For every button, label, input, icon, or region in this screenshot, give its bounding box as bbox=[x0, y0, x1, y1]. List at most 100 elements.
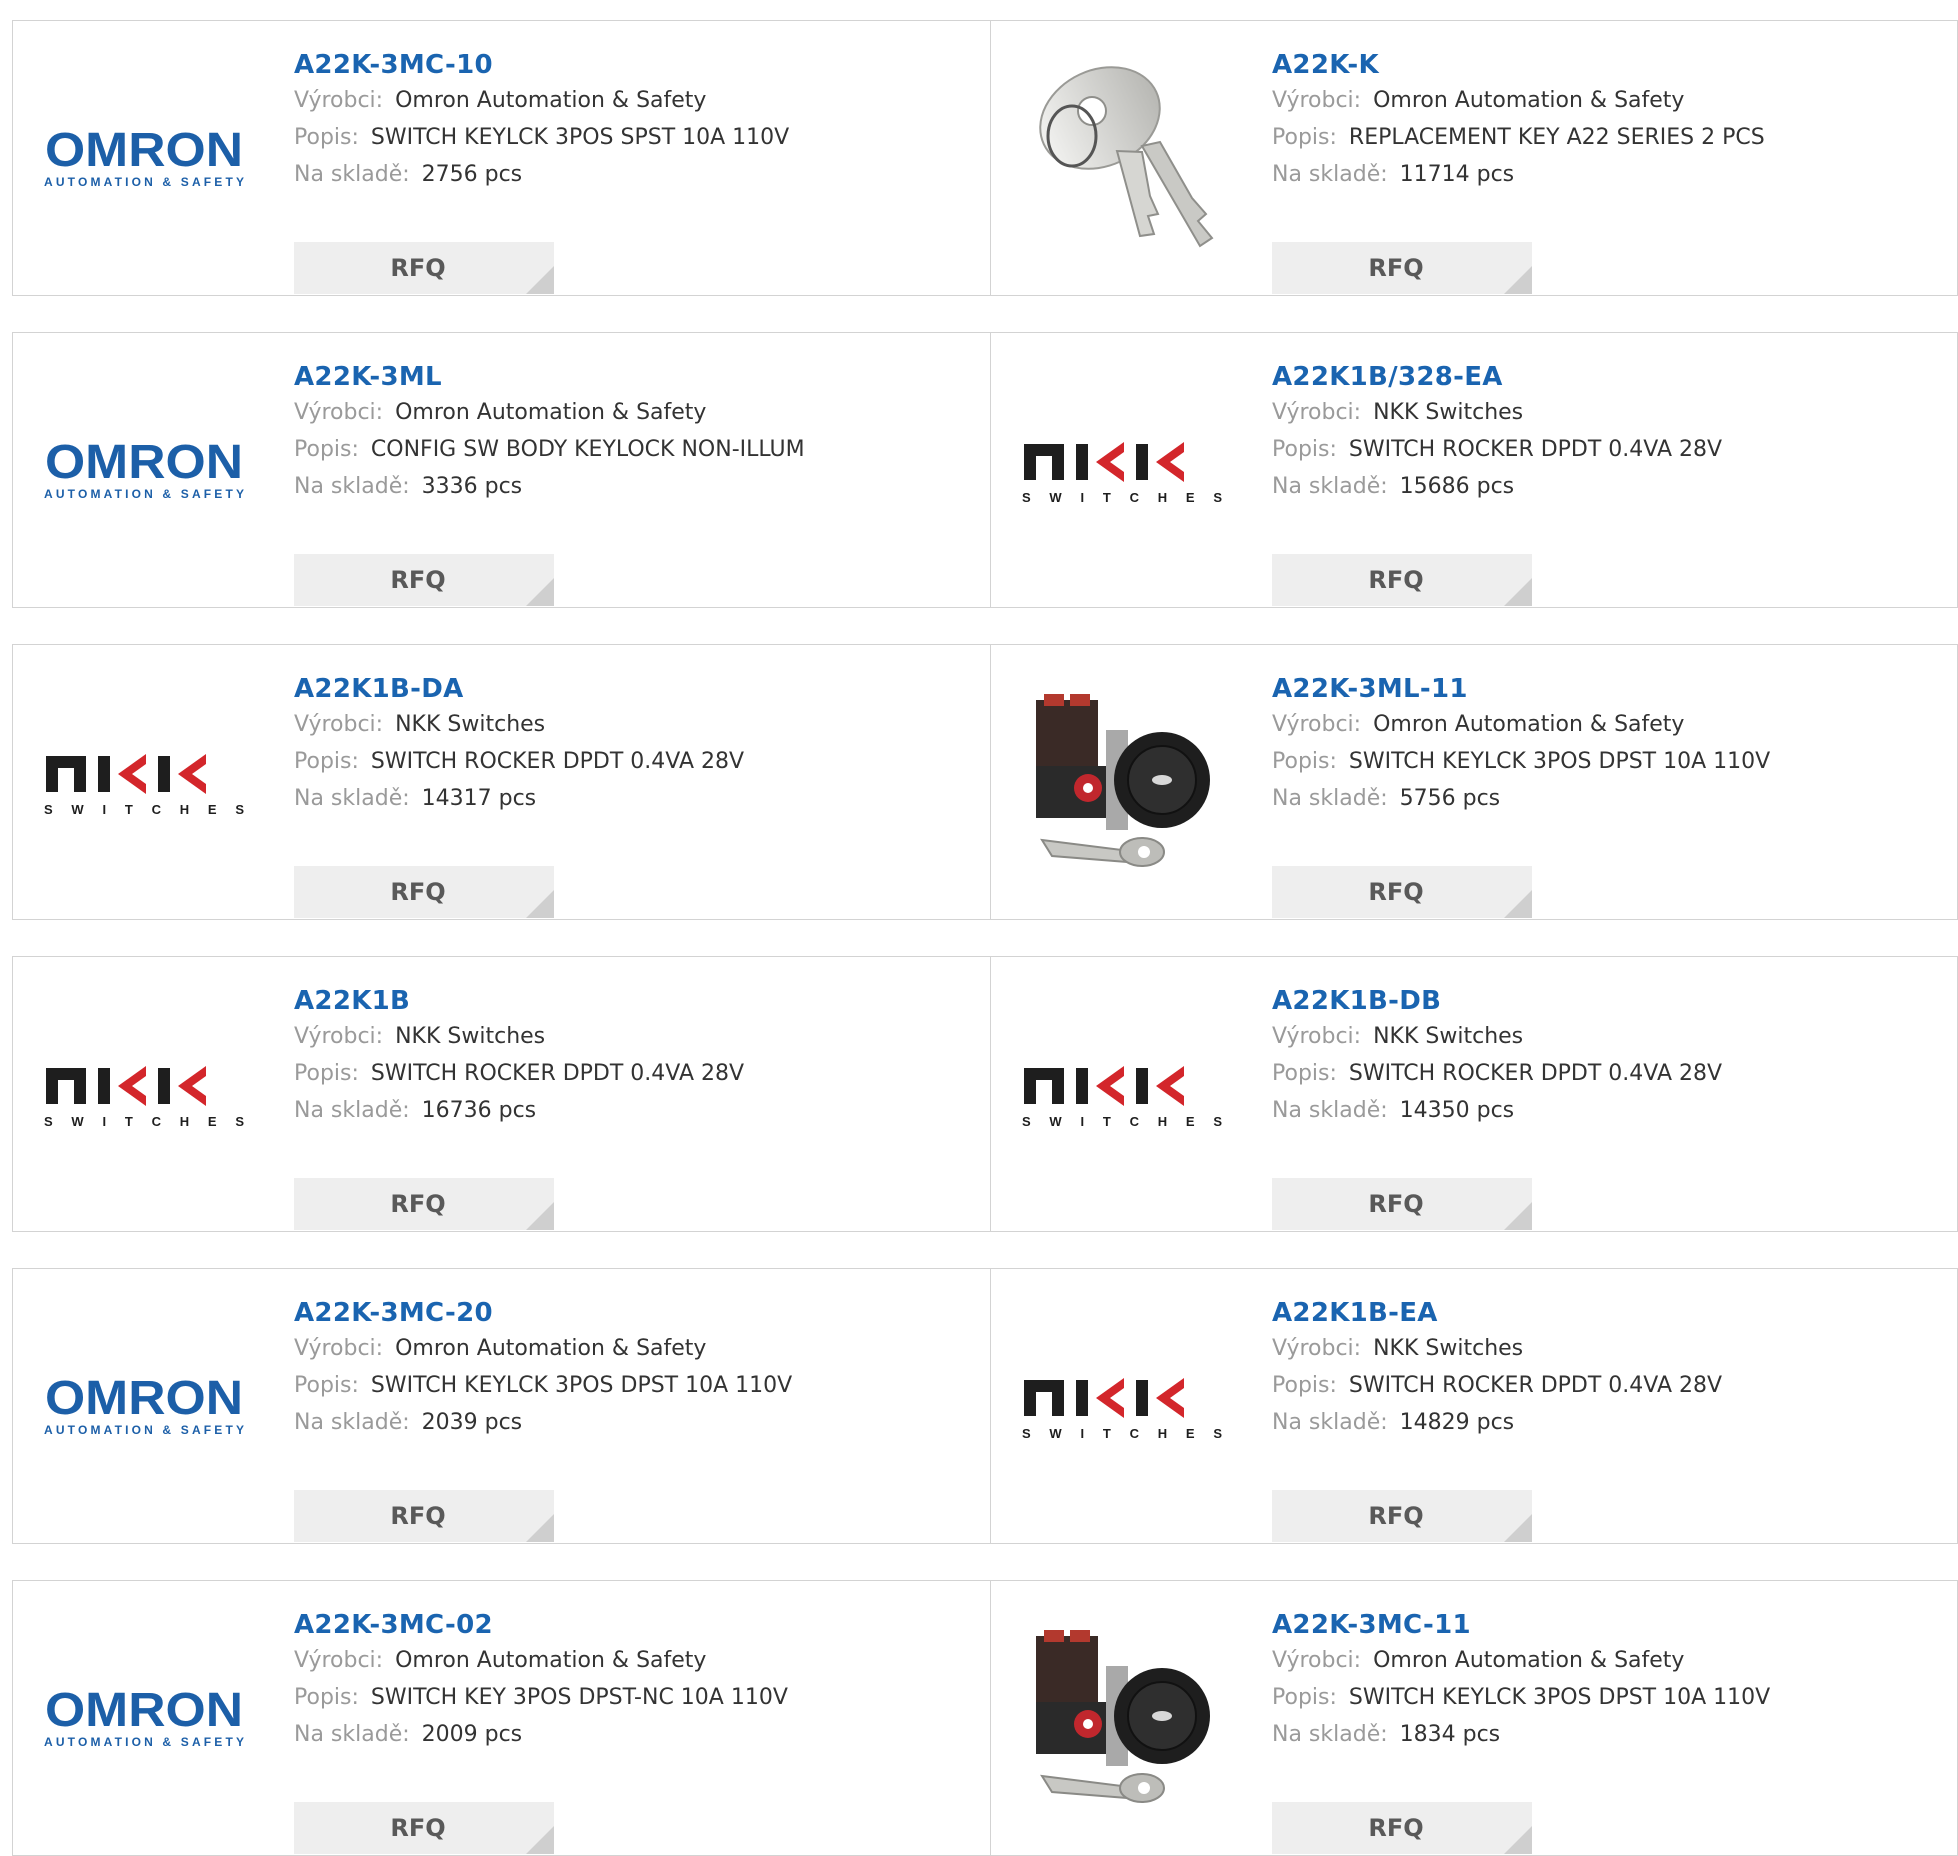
product-image[interactable]: SWITCHES bbox=[33, 987, 255, 1202]
rfq-button[interactable]: RFQ bbox=[294, 1178, 554, 1230]
part-number-link[interactable]: A22K1B bbox=[294, 984, 980, 1018]
rfq-button[interactable]: RFQ bbox=[1272, 866, 1532, 918]
stock-line: Na skladě: 14350 pcs bbox=[1272, 1092, 1947, 1129]
product-card: SWITCHES A22K1B Výrobci: NKK Switches Pop… bbox=[13, 957, 991, 1231]
description-value: SWITCH ROCKER DPDT 0.4VA 28V bbox=[1348, 1373, 1723, 1398]
manufacturer-label: Výrobci: bbox=[1272, 1024, 1362, 1049]
description-line: Popis: SWITCH KEYLCK 3POS SPST 10A 110V bbox=[294, 119, 980, 156]
stock-value: 14829 pcs bbox=[1399, 1410, 1515, 1435]
stock-line: Na skladě: 2039 pcs bbox=[294, 1404, 980, 1441]
description-line: Popis: SWITCH KEYLCK 3POS DPST 10A 110V bbox=[1272, 743, 1947, 780]
svg-text:AUTOMATION & SAFETY: AUTOMATION & SAFETY bbox=[44, 175, 244, 189]
part-number-link[interactable]: A22K-K bbox=[1272, 48, 1947, 82]
description-value: REPLACEMENT KEY A22 SERIES 2 PCS bbox=[1348, 125, 1765, 150]
rfq-corner-decoration bbox=[526, 1202, 554, 1230]
rfq-button[interactable]: RFQ bbox=[1272, 1178, 1532, 1230]
product-image[interactable] bbox=[1011, 51, 1233, 266]
stock-line: Na skladě: 1834 pcs bbox=[1272, 1716, 1947, 1753]
rfq-button-label: RFQ bbox=[390, 566, 446, 594]
rfq-button[interactable]: RFQ bbox=[1272, 242, 1532, 294]
description-label: Popis: bbox=[1272, 437, 1337, 462]
description-line: Popis: SWITCH KEY 3POS DPST-NC 10A 110V bbox=[294, 1679, 980, 1716]
rfq-button[interactable]: RFQ bbox=[294, 554, 554, 606]
rfq-button[interactable]: RFQ bbox=[294, 866, 554, 918]
product-image[interactable] bbox=[1011, 1611, 1233, 1826]
description-label: Popis: bbox=[1272, 1061, 1337, 1086]
manufacturer-label: Výrobci: bbox=[294, 1024, 384, 1049]
rfq-button[interactable]: RFQ bbox=[294, 1490, 554, 1542]
part-number-link[interactable]: A22K-3MC-20 bbox=[294, 1296, 980, 1330]
product-image[interactable] bbox=[1011, 675, 1233, 890]
product-card: SWITCHES A22K1B-EA Výrobci: NKK Switches … bbox=[991, 1269, 1957, 1543]
description-line: Popis: CONFIG SW BODY KEYLOCK NON-ILLUM bbox=[294, 431, 980, 468]
stock-line: Na skladě: 16736 pcs bbox=[294, 1092, 980, 1129]
svg-text:SWITCHES: SWITCHES bbox=[1022, 490, 1222, 505]
product-image[interactable]: OMRON AUTOMATION & SAFETY bbox=[33, 1611, 255, 1826]
part-number-link[interactable]: A22K-3ML-11 bbox=[1272, 672, 1947, 706]
manufacturer-value: NKK Switches bbox=[1373, 1336, 1524, 1361]
svg-text:AUTOMATION & SAFETY: AUTOMATION & SAFETY bbox=[44, 487, 244, 501]
description-label: Popis: bbox=[1272, 1373, 1337, 1398]
manufacturer-value: Omron Automation & Safety bbox=[1373, 712, 1685, 737]
omron-logo: OMRON AUTOMATION & SAFETY bbox=[44, 1372, 244, 1437]
manufacturer-line: Výrobci: Omron Automation & Safety bbox=[1272, 82, 1947, 119]
product-row: OMRON AUTOMATION & SAFETY A22K-3MC-10 Vý… bbox=[12, 20, 1958, 296]
product-image[interactable]: SWITCHES bbox=[1011, 987, 1233, 1202]
description-line: Popis: SWITCH ROCKER DPDT 0.4VA 28V bbox=[1272, 1055, 1947, 1092]
description-label: Popis: bbox=[294, 1373, 359, 1398]
part-number-link[interactable]: A22K1B-DA bbox=[294, 672, 980, 706]
part-number-link[interactable]: A22K-3MC-11 bbox=[1272, 1608, 1947, 1642]
product-image[interactable]: SWITCHES bbox=[1011, 1299, 1233, 1514]
description-value: CONFIG SW BODY KEYLOCK NON-ILLUM bbox=[370, 437, 805, 462]
manufacturer-line: Výrobci: Omron Automation & Safety bbox=[294, 1642, 980, 1679]
stock-line: Na skladě: 14829 pcs bbox=[1272, 1404, 1947, 1441]
svg-text:AUTOMATION & SAFETY: AUTOMATION & SAFETY bbox=[44, 1735, 244, 1749]
rfq-button[interactable]: RFQ bbox=[294, 1802, 554, 1854]
manufacturer-value: Omron Automation & Safety bbox=[1373, 88, 1685, 113]
manufacturer-value: NKK Switches bbox=[395, 1024, 546, 1049]
rfq-button-label: RFQ bbox=[1368, 1814, 1424, 1842]
part-number-link[interactable]: A22K-3MC-10 bbox=[294, 48, 980, 82]
keyswitch-photo bbox=[1036, 694, 1210, 867]
description-label: Popis: bbox=[294, 437, 359, 462]
svg-text:SWITCHES: SWITCHES bbox=[44, 802, 244, 817]
rfq-button-label: RFQ bbox=[390, 878, 446, 906]
product-info: A22K-3MC-11 Výrobci: Omron Automation & S… bbox=[1272, 1608, 1947, 1854]
stock-label: Na skladě: bbox=[1272, 786, 1388, 811]
rfq-button[interactable]: RFQ bbox=[1272, 554, 1532, 606]
part-number-link[interactable]: A22K-3MC-02 bbox=[294, 1608, 980, 1642]
manufacturer-value: Omron Automation & Safety bbox=[1373, 1648, 1685, 1673]
product-card: OMRON AUTOMATION & SAFETY A22K-3MC-20 Vý… bbox=[13, 1269, 991, 1543]
part-number-link[interactable]: A22K1B-DB bbox=[1272, 984, 1947, 1018]
manufacturer-line: Výrobci: NKK Switches bbox=[1272, 394, 1947, 431]
rfq-button-label: RFQ bbox=[390, 254, 446, 282]
description-line: Popis: SWITCH KEYLCK 3POS DPST 10A 110V bbox=[294, 1367, 980, 1404]
stock-label: Na skladě: bbox=[294, 162, 410, 187]
product-image[interactable]: SWITCHES bbox=[1011, 363, 1233, 578]
part-number-link[interactable]: A22K1B-EA bbox=[1272, 1296, 1947, 1330]
product-info: A22K1B Výrobci: NKK Switches Popis: SWITCH… bbox=[294, 984, 980, 1230]
description-line: Popis: SWITCH ROCKER DPDT 0.4VA 28V bbox=[1272, 1367, 1947, 1404]
product-image[interactable]: SWITCHES bbox=[33, 675, 255, 890]
part-number-link[interactable]: A22K1B/328-EA bbox=[1272, 360, 1947, 394]
key-photo bbox=[1039, 66, 1214, 248]
manufacturer-label: Výrobci: bbox=[1272, 88, 1362, 113]
product-image[interactable]: OMRON AUTOMATION & SAFETY bbox=[33, 1299, 255, 1514]
stock-label: Na skladě: bbox=[1272, 474, 1388, 499]
description-value: SWITCH KEYLCK 3POS SPST 10A 110V bbox=[370, 125, 790, 150]
product-info: A22K-3MC-02 Výrobci: Omron Automation & S… bbox=[294, 1608, 980, 1854]
product-image[interactable]: OMRON AUTOMATION & SAFETY bbox=[33, 363, 255, 578]
rfq-button[interactable]: RFQ bbox=[294, 242, 554, 294]
product-row: SWITCHES A22K1B Výrobci: NKK Switches Pop… bbox=[12, 956, 1958, 1232]
stock-value: 3336 pcs bbox=[421, 474, 523, 499]
rfq-button[interactable]: RFQ bbox=[1272, 1802, 1532, 1854]
description-line: Popis: SWITCH ROCKER DPDT 0.4VA 28V bbox=[294, 1055, 980, 1092]
product-info: A22K-3ML-11 Výrobci: Omron Automation & S… bbox=[1272, 672, 1947, 918]
product-image[interactable]: OMRON AUTOMATION & SAFETY bbox=[33, 51, 255, 266]
rfq-button[interactable]: RFQ bbox=[1272, 1490, 1532, 1542]
stock-label: Na skladě: bbox=[294, 1098, 410, 1123]
product-card: SWITCHES A22K1B/328-EA Výrobci: NKK Switc… bbox=[991, 333, 1957, 607]
product-row: OMRON AUTOMATION & SAFETY A22K-3MC-20 Vý… bbox=[12, 1268, 1958, 1544]
part-number-link[interactable]: A22K-3ML bbox=[294, 360, 980, 394]
rfq-corner-decoration bbox=[1504, 266, 1532, 294]
